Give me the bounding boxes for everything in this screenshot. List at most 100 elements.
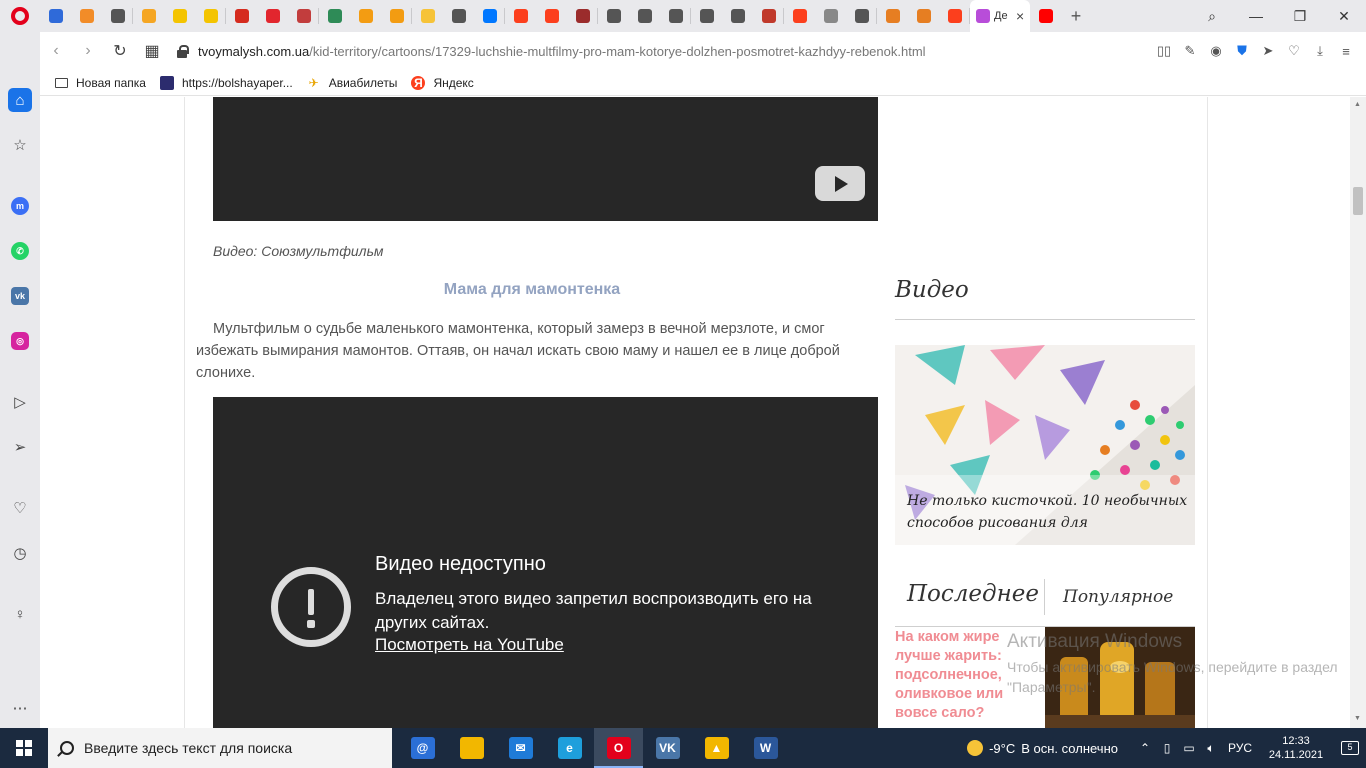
notification-center-button[interactable]: 5: [1334, 728, 1366, 768]
browser-tab[interactable]: [908, 0, 939, 32]
browser-tab[interactable]: [102, 0, 133, 32]
taskbar-app[interactable]: VK: [643, 728, 692, 768]
browser-tab[interactable]: [474, 0, 505, 32]
flow-send-icon[interactable]: ➢: [8, 435, 32, 459]
taskbar-search[interactable]: Введите здесь текст для поиска: [48, 728, 392, 768]
tab-latest[interactable]: Последнее: [907, 581, 1039, 607]
heart-icon[interactable]: ♡: [1284, 43, 1304, 59]
browser-tab[interactable]: [877, 0, 908, 32]
featured-video-card[interactable]: Не только кисточкой. 10 необычных способ…: [895, 345, 1195, 545]
tab-favicon-icon: [482, 9, 497, 23]
browser-tab[interactable]: [536, 0, 567, 32]
tab-search-icon[interactable]: ⌕: [1190, 8, 1234, 25]
favorites-heart-icon[interactable]: ♡: [8, 496, 32, 520]
taskbar-app[interactable]: [447, 728, 496, 768]
history-icon[interactable]: ◷: [8, 541, 32, 565]
back-button[interactable]: ‹: [40, 42, 72, 60]
shield-icon[interactable]: ⛊: [1232, 43, 1252, 59]
network-icon[interactable]: ▭: [1178, 741, 1200, 755]
browser-tab[interactable]: [567, 0, 598, 32]
forward-button[interactable]: ›: [72, 42, 104, 60]
clock[interactable]: 12:33 24.11.2021: [1266, 734, 1326, 762]
browser-tab[interactable]: [784, 0, 815, 32]
reload-button[interactable]: ↻: [104, 41, 136, 61]
close-tab-icon[interactable]: ×: [1016, 8, 1024, 24]
watch-on-youtube-link[interactable]: Посмотреть на YouTube: [375, 635, 564, 655]
browser-tab[interactable]: [753, 0, 784, 32]
volume-icon[interactable]: 🔈︎: [1200, 741, 1222, 756]
snapshot-icon[interactable]: ◉: [1206, 43, 1226, 59]
browser-tab[interactable]: [722, 0, 753, 32]
menu-icon[interactable]: ≡: [1336, 44, 1356, 59]
url-field[interactable]: tvoymalysh.com.ua/kid-territory/cartoons…: [198, 44, 926, 59]
browser-tab[interactable]: [319, 0, 350, 32]
browser-tab[interactable]: [691, 0, 722, 32]
tips-bulb-icon[interactable]: ♀: [8, 602, 32, 626]
speed-dial-icon[interactable]: ▦: [136, 41, 168, 61]
browser-tab[interactable]: [381, 0, 412, 32]
browser-tab[interactable]: [40, 0, 71, 32]
youtube-play-icon[interactable]: [815, 166, 865, 201]
opera-menu-button[interactable]: [0, 0, 40, 32]
star-icon[interactable]: ☆: [8, 133, 32, 157]
whatsapp-icon[interactable]: ✆: [8, 239, 32, 263]
home-icon[interactable]: ⌂: [8, 88, 32, 112]
browser-tab[interactable]: [660, 0, 691, 32]
browser-tab[interactable]: [350, 0, 381, 32]
tab-youtube[interactable]: [1030, 0, 1061, 32]
featured-video-title[interactable]: Не только кисточкой. 10 необычных способ…: [907, 490, 1192, 534]
browser-tab[interactable]: [505, 0, 536, 32]
send-icon[interactable]: ➤: [1258, 43, 1278, 59]
new-tab-button[interactable]: +: [1061, 6, 1091, 27]
browser-tab[interactable]: [226, 0, 257, 32]
edit-icon[interactable]: ✎: [1180, 43, 1200, 59]
browser-tab[interactable]: [443, 0, 474, 32]
bookmark-aviatickets[interactable]: ✈ Авиабилеты: [307, 76, 398, 90]
bookmark-new-folder[interactable]: Новая папка: [54, 76, 146, 90]
reader-mode-icon[interactable]: ▯▯: [1154, 43, 1174, 59]
taskbar-app[interactable]: W: [741, 728, 790, 768]
video-player[interactable]: [213, 97, 878, 221]
browser-tab[interactable]: [939, 0, 970, 32]
browser-tab[interactable]: [288, 0, 319, 32]
browser-tab[interactable]: [257, 0, 288, 32]
browser-tab[interactable]: [412, 0, 443, 32]
close-window-button[interactable]: ✕: [1322, 8, 1366, 25]
browser-tab[interactable]: [71, 0, 102, 32]
tab-popular[interactable]: Популярное: [1063, 587, 1173, 607]
show-hidden-icons-icon[interactable]: ⌃: [1134, 741, 1156, 755]
download-icon[interactable]: ⤓: [1310, 43, 1330, 59]
bookmark-bolshaya[interactable]: https://bolshayaper...: [159, 75, 293, 90]
browser-tab[interactable]: [195, 0, 226, 32]
vk-icon[interactable]: vk: [8, 284, 32, 308]
minimize-button[interactable]: —: [1234, 8, 1278, 24]
browser-tab[interactable]: [815, 0, 846, 32]
scrollbar-thumb[interactable]: [1353, 187, 1363, 215]
restore-button[interactable]: ❐: [1278, 8, 1322, 25]
taskbar-app[interactable]: @: [398, 728, 447, 768]
language-indicator[interactable]: РУС: [1222, 741, 1258, 755]
browser-tab[interactable]: [846, 0, 877, 32]
lock-icon[interactable]: [176, 45, 189, 58]
taskbar-app[interactable]: O: [594, 728, 643, 768]
browser-tab[interactable]: [133, 0, 164, 32]
player-icon[interactable]: ▷: [8, 390, 32, 414]
page-scrollbar[interactable]: ▲ ▼: [1350, 97, 1366, 728]
taskbar-app[interactable]: ✉: [496, 728, 545, 768]
browser-tab[interactable]: [629, 0, 660, 32]
instagram-icon[interactable]: ◎: [8, 329, 32, 353]
more-icon[interactable]: ⋯: [8, 696, 32, 720]
taskbar-app[interactable]: ▲: [692, 728, 741, 768]
weather-widget[interactable]: -9°C В осн. солнечно: [967, 740, 1118, 756]
bookmark-yandex[interactable]: Я Яндекс: [411, 75, 474, 90]
start-button[interactable]: [0, 728, 48, 768]
scroll-up-icon[interactable]: ▲: [1354, 101, 1361, 108]
device-icon[interactable]: ▯: [1156, 741, 1178, 755]
browser-tab[interactable]: [598, 0, 629, 32]
video-unavailable-player[interactable]: Видео недоступно Владелец этого видео за…: [213, 397, 878, 728]
browser-tab[interactable]: [164, 0, 195, 32]
scroll-down-icon[interactable]: ▼: [1354, 715, 1361, 722]
active-tab[interactable]: Де ×: [970, 0, 1030, 32]
messenger-icon[interactable]: m: [8, 194, 32, 218]
taskbar-app[interactable]: e: [545, 728, 594, 768]
